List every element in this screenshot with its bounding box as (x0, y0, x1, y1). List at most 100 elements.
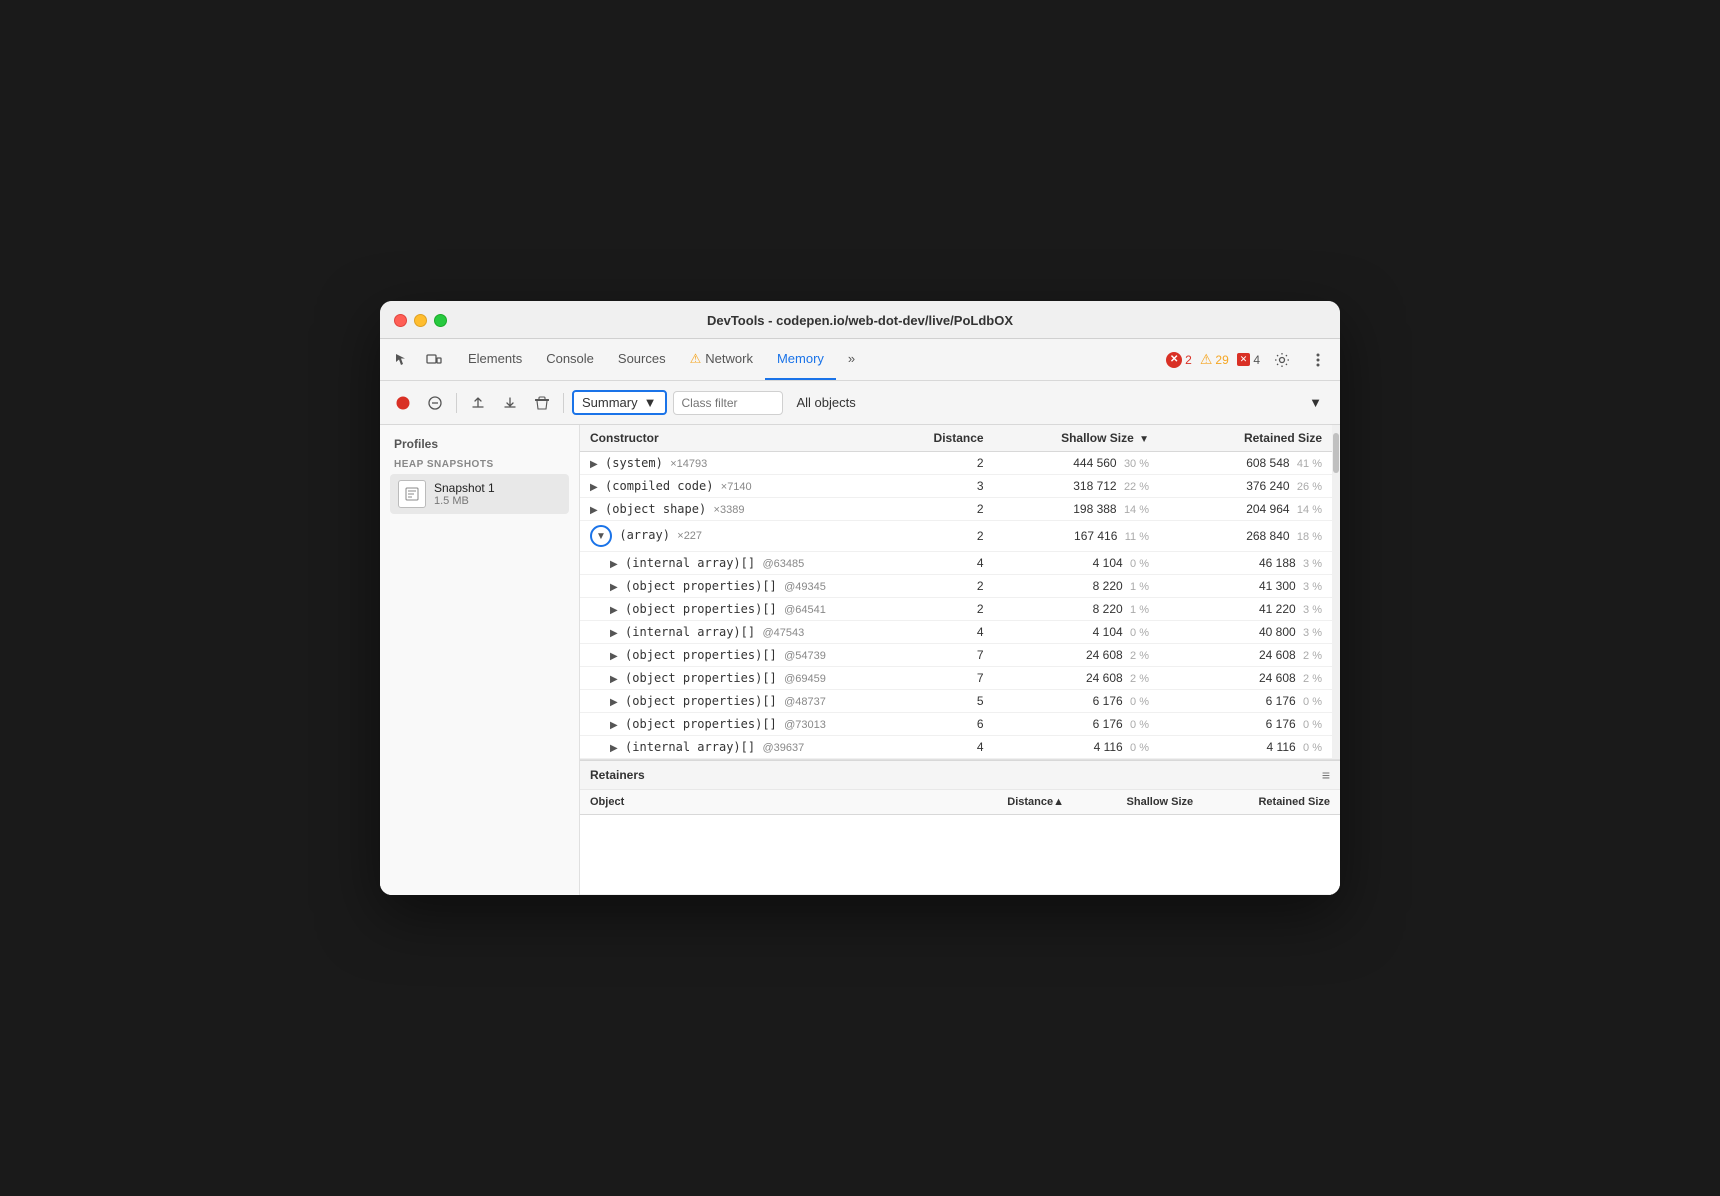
count-value: @73013 (784, 719, 826, 731)
shallow-value: 24 608 2 % (994, 644, 1159, 667)
retainers-empty-row (580, 815, 1340, 895)
expand-icon[interactable]: ▶ (610, 697, 618, 708)
tab-memory[interactable]: Memory (765, 339, 836, 380)
error-circle-icon: ✕ (1166, 352, 1182, 368)
shallow-value: 8 220 1 % (994, 575, 1159, 598)
table-row[interactable]: ▶ (internal array)[] @39637 4 4 116 0 % … (580, 736, 1332, 759)
expand-icon[interactable]: ▶ (610, 651, 618, 662)
array-expand-circle[interactable]: ▼ (590, 525, 612, 547)
more-options-icon[interactable] (1304, 346, 1332, 374)
toolbar-separator-1 (456, 393, 457, 413)
tab-elements[interactable]: Elements (456, 339, 534, 380)
col-header-constructor[interactable]: Constructor (580, 425, 918, 452)
table-row[interactable]: ▶ (internal array)[] @63485 4 4 104 0 % … (580, 552, 1332, 575)
retainers-col-retained[interactable]: Retained Size (1203, 790, 1340, 815)
devtools-body: Elements Console Sources ⚠ Network Memor… (380, 339, 1340, 895)
retainers-table: Object Distance▲ Shallow Size Retained S… (580, 790, 1340, 895)
table-row[interactable]: ▶ (object properties)[] @69459 7 24 608 … (580, 667, 1332, 690)
retained-value: 46 188 3 % (1159, 552, 1332, 575)
table-row[interactable]: ▶ (object properties)[] @48737 5 6 176 0… (580, 690, 1332, 713)
scrollbar[interactable] (1332, 425, 1340, 759)
log-square-icon: ✕ (1237, 353, 1251, 366)
snapshot-item[interactable]: Snapshot 1 1.5 MB (390, 474, 569, 514)
tab-bar: Elements Console Sources ⚠ Network Memor… (380, 339, 1340, 381)
expand-icon[interactable]: ▶ (590, 459, 598, 470)
retainers-col-shallow[interactable]: Shallow Size (1074, 790, 1203, 815)
tab-more[interactable]: » (836, 339, 867, 380)
retainers-header: Retainers ≡ (580, 761, 1340, 790)
col-header-distance[interactable]: Distance (918, 425, 993, 452)
heap-data-table[interactable]: Constructor Distance Shallow Size ▼ (580, 425, 1340, 760)
expand-icon[interactable]: ▶ (610, 628, 618, 639)
scroll-thumb[interactable] (1333, 433, 1339, 473)
maximize-button[interactable] (434, 314, 447, 327)
retainers-col-distance[interactable]: Distance▲ (960, 790, 1074, 815)
shallow-value: 6 176 0 % (994, 713, 1159, 736)
collect-garbage-button[interactable] (529, 390, 555, 416)
count-value: @48737 (784, 696, 826, 708)
sidebar-profiles-label: Profiles (390, 437, 569, 451)
table-row-array[interactable]: ▼ (array) ×227 2 167 416 11 % 268 840 18… (580, 521, 1332, 552)
table-row[interactable]: ▶ (system) ×14793 2 444 560 30 % 608 548… (580, 452, 1332, 475)
heap-table: Constructor Distance Shallow Size ▼ (580, 425, 1332, 759)
class-filter-input[interactable] (673, 391, 783, 415)
record-button[interactable] (390, 390, 416, 416)
col-header-retained[interactable]: Retained Size (1159, 425, 1332, 452)
table-row[interactable]: ▶ (object properties)[] @64541 2 8 220 1… (580, 598, 1332, 621)
close-button[interactable] (394, 314, 407, 327)
constructor-name: (object properties)[] (625, 579, 777, 593)
expand-icon[interactable]: ▶ (610, 582, 618, 593)
retainers-menu-icon[interactable]: ≡ (1322, 767, 1330, 783)
distance-value: 4 (918, 736, 993, 759)
distance-value: 7 (918, 667, 993, 690)
expand-icon[interactable]: ▶ (590, 505, 598, 516)
expand-icon[interactable]: ▶ (610, 674, 618, 685)
expand-icon[interactable]: ▶ (590, 482, 598, 493)
retained-value: 24 608 2 % (1159, 644, 1332, 667)
table-row[interactable]: ▶ (internal array)[] @47543 4 4 104 0 % … (580, 621, 1332, 644)
retainers-col-object[interactable]: Object (580, 790, 960, 815)
summary-dropdown[interactable]: Summary ▼ (572, 390, 667, 415)
tab-sources[interactable]: Sources (606, 339, 678, 380)
table-row[interactable]: ▶ (compiled code) ×7140 3 318 712 22 % 3… (580, 475, 1332, 498)
expand-icon[interactable]: ▶ (610, 605, 618, 616)
table-row[interactable]: ▶ (object shape) ×3389 2 198 388 14 % 20… (580, 498, 1332, 521)
count-value: @49345 (784, 581, 826, 593)
count-value: @54739 (784, 650, 826, 662)
snapshot-size: 1.5 MB (434, 495, 495, 507)
network-warning-icon: ⚠ (690, 351, 702, 367)
expand-icon[interactable]: ▶ (610, 743, 618, 754)
distance-value: 2 (918, 521, 993, 552)
distance-value: 2 (918, 498, 993, 521)
retained-value: 376 240 26 % (1159, 475, 1332, 498)
distance-value: 3 (918, 475, 993, 498)
download-button[interactable] (497, 390, 523, 416)
expand-icon[interactable]: ▶ (610, 559, 618, 570)
collapse-icon[interactable]: ▼ (596, 531, 606, 542)
table-row[interactable]: ▶ (object properties)[] @54739 7 24 608 … (580, 644, 1332, 667)
snapshot-info: Snapshot 1 1.5 MB (434, 481, 495, 507)
retained-value: 40 800 3 % (1159, 621, 1332, 644)
shallow-value: 198 388 14 % (994, 498, 1159, 521)
distance-value: 4 (918, 621, 993, 644)
warning-badge: ⚠ 29 (1200, 351, 1229, 368)
col-header-shallow[interactable]: Shallow Size ▼ (994, 425, 1159, 452)
upload-button[interactable] (465, 390, 491, 416)
minimize-button[interactable] (414, 314, 427, 327)
all-objects-label: All objects (797, 395, 856, 410)
select-element-icon[interactable] (388, 346, 416, 374)
table-row[interactable]: ▶ (object properties)[] @49345 2 8 220 1… (580, 575, 1332, 598)
shallow-value: 167 416 11 % (994, 521, 1159, 552)
all-objects-dropdown[interactable]: All objects ▼ (789, 392, 1331, 413)
tab-console[interactable]: Console (534, 339, 606, 380)
distance-value: 2 (918, 598, 993, 621)
summary-chevron-icon: ▼ (644, 395, 657, 410)
device-toggle-icon[interactable] (420, 346, 448, 374)
clear-button[interactable] (422, 390, 448, 416)
settings-icon[interactable] (1268, 346, 1296, 374)
constructor-name: (object properties)[] (625, 648, 777, 662)
expand-icon[interactable]: ▶ (610, 720, 618, 731)
table-row[interactable]: ▶ (object properties)[] @73013 6 6 176 0… (580, 713, 1332, 736)
warning-triangle-icon: ⚠ (1200, 351, 1213, 368)
tab-network[interactable]: ⚠ Network (678, 339, 765, 380)
